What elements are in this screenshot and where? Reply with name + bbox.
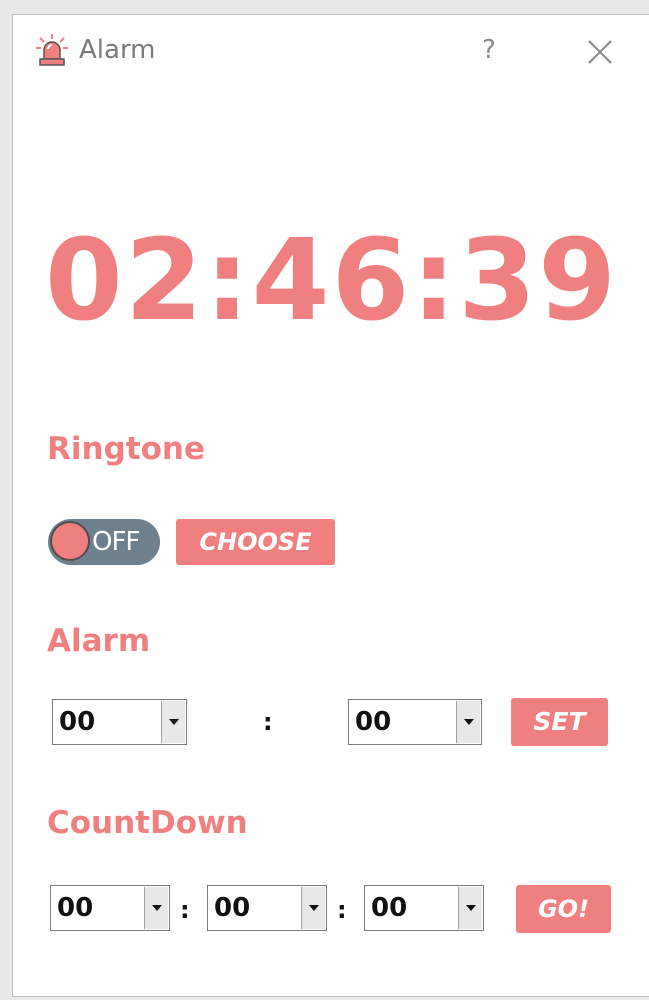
countdown-label: CountDown bbox=[47, 805, 248, 841]
countdown-minutes-select[interactable]: 00 bbox=[207, 885, 327, 931]
alarm-time-separator: : bbox=[263, 708, 273, 736]
toggle-knob bbox=[50, 521, 90, 561]
alarm-siren-icon bbox=[36, 34, 68, 66]
alarm-window: Alarm ? 02:46:39 Ringtone OFF CHOOSE Ala… bbox=[12, 14, 649, 997]
toggle-state-label: OFF bbox=[92, 527, 140, 557]
set-alarm-button[interactable]: SET bbox=[511, 698, 608, 746]
alarm-hour-select[interactable]: 00 bbox=[52, 699, 187, 745]
alarm-minute-select[interactable]: 00 bbox=[348, 699, 482, 745]
help-button[interactable]: ? bbox=[475, 33, 503, 67]
chevron-down-icon[interactable] bbox=[301, 887, 325, 929]
countdown-hours-value: 00 bbox=[57, 893, 94, 923]
countdown-seconds-select[interactable]: 00 bbox=[364, 885, 484, 931]
alarm-minute-value: 00 bbox=[355, 707, 392, 737]
title-bar: Alarm ? bbox=[13, 15, 649, 85]
countdown-minutes-value: 00 bbox=[214, 893, 251, 923]
ringtone-toggle[interactable]: OFF bbox=[48, 519, 160, 565]
countdown-hours-select[interactable]: 00 bbox=[50, 885, 170, 931]
chevron-down-icon[interactable] bbox=[161, 701, 185, 743]
close-icon[interactable] bbox=[583, 35, 617, 69]
chevron-down-icon[interactable] bbox=[458, 887, 482, 929]
current-time-display: 02:46:39 bbox=[44, 216, 619, 346]
choose-ringtone-button[interactable]: CHOOSE bbox=[176, 519, 335, 565]
countdown-separator-1: : bbox=[180, 896, 190, 924]
chevron-down-icon[interactable] bbox=[456, 701, 480, 743]
alarm-label: Alarm bbox=[47, 623, 151, 659]
alarm-hour-value: 00 bbox=[59, 707, 96, 737]
chevron-down-icon[interactable] bbox=[144, 887, 168, 929]
window-title: Alarm bbox=[79, 35, 156, 65]
start-countdown-button[interactable]: GO! bbox=[516, 885, 611, 933]
countdown-seconds-value: 00 bbox=[371, 893, 408, 923]
countdown-separator-2: : bbox=[337, 896, 347, 924]
ringtone-label: Ringtone bbox=[47, 431, 205, 467]
